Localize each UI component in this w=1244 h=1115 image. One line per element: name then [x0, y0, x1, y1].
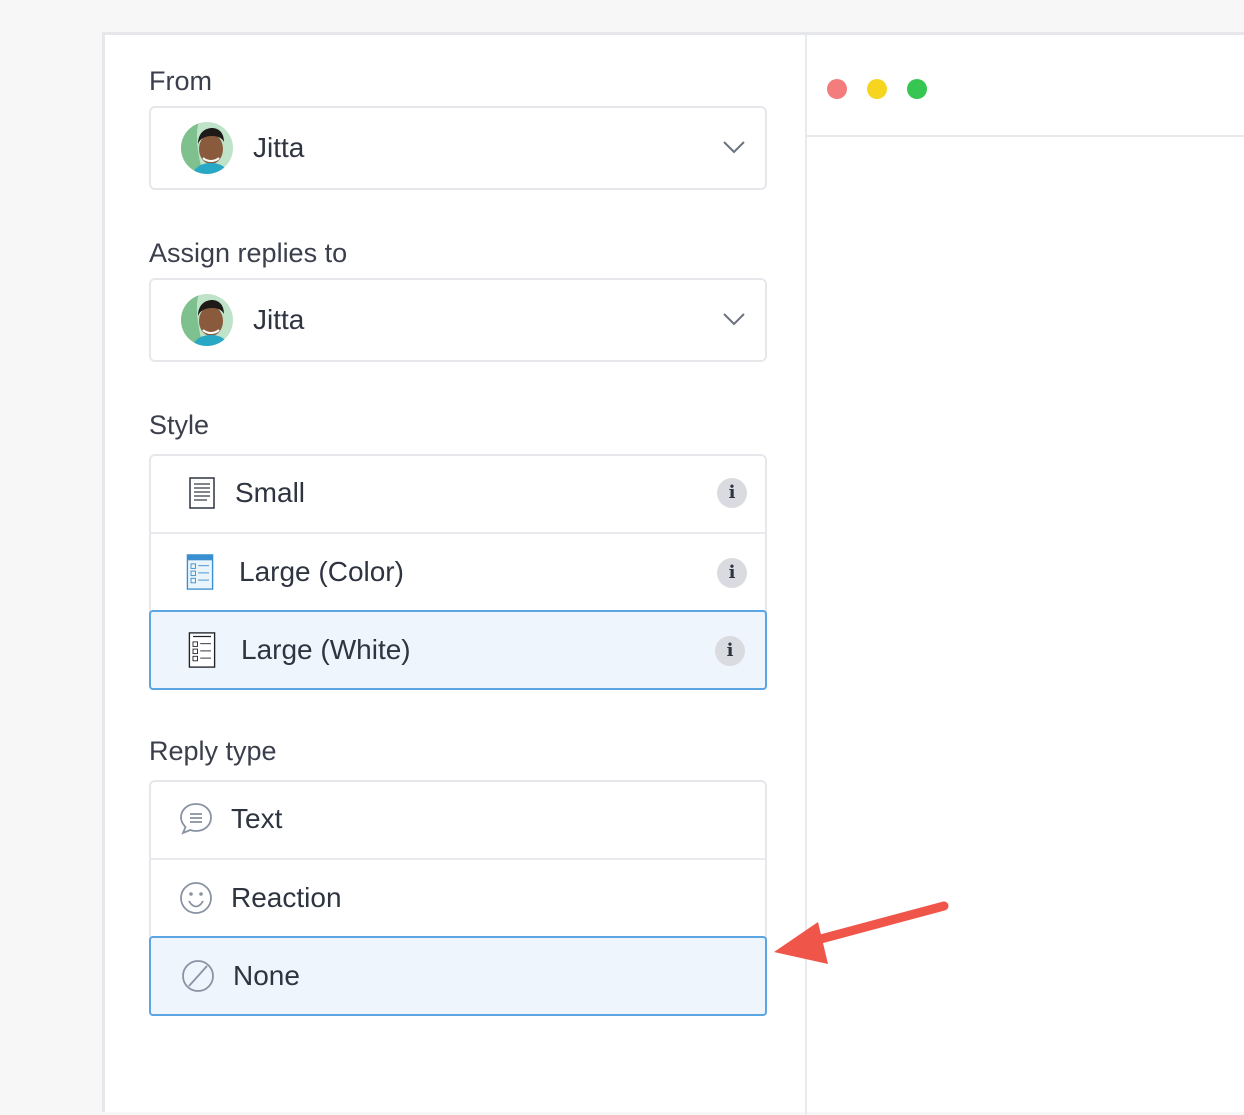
style-option-label: Large (Color) [239, 556, 404, 587]
style-option-label: Large (White) [241, 634, 411, 665]
reply-type-option-text[interactable]: Text [149, 780, 767, 858]
annotation-arrow-icon [774, 901, 949, 964]
style-option-label: Small [235, 477, 306, 508]
chevron-down-icon [723, 313, 745, 326]
smiley-icon [180, 882, 212, 914]
document-large-color-icon [186, 554, 214, 590]
reply-type-option-label: Text [231, 803, 283, 834]
reply-type-option-label: None [233, 960, 300, 991]
speech-bubble-icon [180, 803, 212, 835]
info-icon[interactable]: i [717, 478, 747, 508]
from-value: Jitta [253, 132, 305, 163]
assign-replies-value: Jitta [253, 304, 305, 335]
style-option-large-white[interactable]: Large (White) i [149, 610, 767, 690]
reply-type-option-reaction[interactable]: Reaction [149, 858, 767, 936]
reply-type-option-label: Reaction [231, 882, 342, 913]
reply-type-label: Reply type [149, 736, 277, 766]
from-select[interactable]: Jitta [149, 106, 767, 190]
avatar [181, 294, 233, 346]
style-options: Small i Large (Color) i Large (White) i [149, 454, 767, 690]
prohibited-icon [182, 960, 214, 992]
chevron-down-icon [723, 141, 745, 154]
reply-type-option-none[interactable]: None [149, 936, 767, 1016]
assign-replies-label: Assign replies to [149, 238, 348, 268]
style-option-small[interactable]: Small i [149, 454, 767, 532]
info-icon[interactable]: i [717, 558, 747, 588]
document-large-white-icon [188, 632, 216, 668]
minimize-window-dot-icon[interactable] [867, 79, 887, 99]
maximize-window-dot-icon[interactable] [907, 79, 927, 99]
assign-replies-select[interactable]: Jitta [149, 278, 767, 362]
preview-titlebar [807, 35, 1244, 137]
info-icon[interactable]: i [715, 636, 745, 666]
settings-window: From Jitta Assign replies to Jitta Style… [102, 32, 1244, 1115]
avatar [181, 122, 233, 174]
document-small-icon [189, 477, 215, 509]
style-label: Style [149, 410, 210, 440]
style-option-large-color[interactable]: Large (Color) i [149, 532, 767, 610]
close-window-dot-icon[interactable] [827, 79, 847, 99]
reply-type-options: Text Reaction None [149, 780, 767, 1016]
from-label: From [149, 66, 212, 96]
